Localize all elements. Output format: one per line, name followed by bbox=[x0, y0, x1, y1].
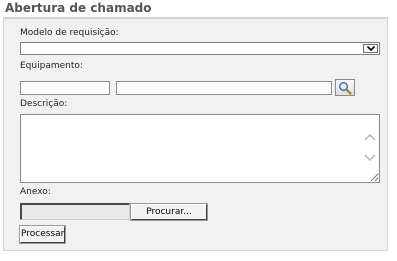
browse-button[interactable]: Procurar... bbox=[131, 204, 207, 220]
description-label: Descrição: bbox=[20, 99, 68, 109]
model-select[interactable] bbox=[20, 42, 380, 55]
attachment-label: Anexo: bbox=[20, 187, 51, 197]
submit-button[interactable]: Processar bbox=[20, 226, 65, 243]
magnifier-icon bbox=[339, 82, 352, 95]
equipment-code-field[interactable] bbox=[20, 81, 110, 95]
chevron-up-icon[interactable] bbox=[363, 133, 377, 142]
attachment-file-path[interactable] bbox=[20, 203, 130, 220]
chevron-down-icon bbox=[366, 45, 376, 52]
equipment-label: Equipamento: bbox=[20, 61, 83, 71]
description-textarea[interactable] bbox=[20, 114, 380, 183]
dropdown-button[interactable] bbox=[363, 44, 378, 53]
page-title: Abertura de chamado bbox=[5, 1, 152, 15]
chevron-down-icon[interactable] bbox=[363, 153, 377, 162]
equipment-lookup-button[interactable] bbox=[335, 79, 355, 96]
model-label: Modelo de requisição: bbox=[20, 28, 119, 38]
equipment-name-field[interactable] bbox=[116, 81, 332, 95]
